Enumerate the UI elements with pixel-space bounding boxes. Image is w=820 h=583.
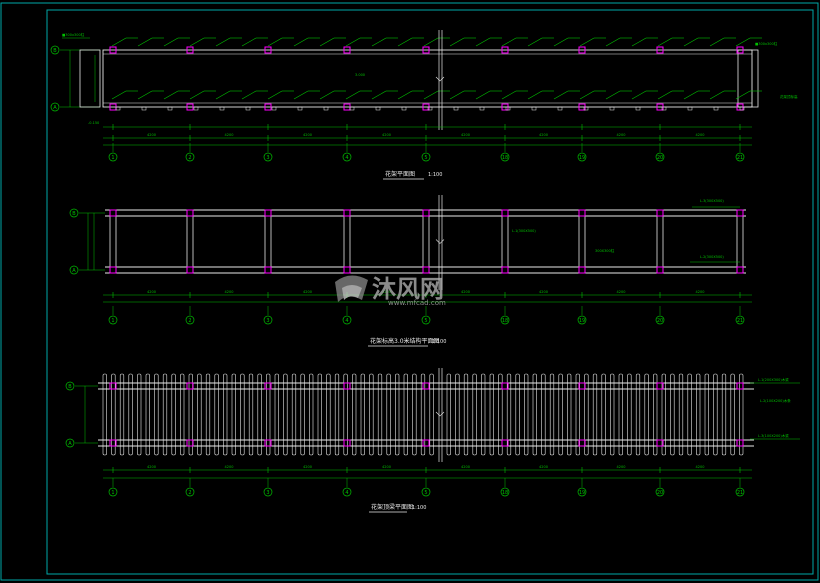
plan2-row-B-label: B bbox=[72, 211, 76, 217]
plan2-scale: 1:100 bbox=[432, 339, 446, 345]
plan1-dimB-dim-text: 4200 bbox=[539, 133, 548, 137]
plan3-note-L3: L.3(100X200)木梁 bbox=[758, 433, 789, 438]
plan3-dimA-dim-text: 4200 bbox=[696, 465, 705, 469]
cad-drawing-canvas: B A ■300x300柱 ■300x300柱花架顶标高 3.000 -0.150 4200… bbox=[0, 0, 820, 583]
plan1-note-right: ■300x300柱 bbox=[755, 41, 778, 46]
plan1-dimB-dim-text: 4200 bbox=[303, 133, 312, 137]
plan3-axis-3-label: 3 bbox=[266, 490, 269, 496]
plan1-axis-1-label: 1 bbox=[111, 155, 114, 161]
plan2-note-col: 300X300柱 bbox=[595, 248, 615, 253]
plan2-axis-1-label: 1 bbox=[111, 318, 114, 324]
plan3-dimA-dim-text: 4200 bbox=[147, 465, 156, 469]
plan3-dimA-dim-text: 4200 bbox=[382, 465, 391, 469]
plan1-axis-3-label: 3 bbox=[266, 155, 269, 161]
plan2-note-L1: L.1(300X500) bbox=[512, 229, 536, 233]
plan1-dimB-dim-text: 4200 bbox=[461, 133, 470, 137]
plan2-axis-2-label: 2 bbox=[188, 318, 191, 324]
plan2-note-L2: L.2(300X500) bbox=[700, 255, 724, 259]
plan2-axis-18-label: 18 bbox=[502, 318, 508, 324]
plan2-dimA-dim-text: 4200 bbox=[617, 290, 626, 294]
plan1-dimB-dim-text: 4200 bbox=[225, 133, 234, 137]
plan3-row-B-label: B bbox=[68, 384, 72, 390]
plan3-axis-2-label: 2 bbox=[188, 490, 191, 496]
plan2-axis-3-label: 3 bbox=[266, 318, 269, 324]
plan3-axis-20-label: 20 bbox=[657, 490, 663, 496]
plan2-note-L3: L.3(300X500) bbox=[700, 199, 724, 203]
plan3-row-A-label: A bbox=[68, 441, 72, 447]
plan1-axis-5-label: 5 bbox=[424, 155, 427, 161]
plan3-dimA-dim-text: 4200 bbox=[303, 465, 312, 469]
plan1-dimB-dim-text: 4200 bbox=[696, 133, 705, 137]
plan1-dimB-dim-text: 4200 bbox=[382, 133, 391, 137]
plan1-axis-19-label: 19 bbox=[579, 155, 585, 161]
plan1-note-right-bot: 花架顶标高 bbox=[780, 94, 798, 99]
plan1-dimB-dim-text: 4200 bbox=[617, 133, 626, 137]
plan1-note-center: 3.000 bbox=[355, 73, 365, 77]
plan2-axis-21-label: 21 bbox=[737, 318, 743, 324]
plan3-axis-19-label: 19 bbox=[579, 490, 585, 496]
plan1-axis-21-label: 21 bbox=[737, 155, 743, 161]
plan2-dimA-dim-text: 4200 bbox=[147, 290, 156, 294]
plan2-row-A-label: A bbox=[72, 268, 76, 274]
plan2-dimA-dim-text: 4200 bbox=[225, 290, 234, 294]
plan3-dimA-dim-text: 4200 bbox=[461, 465, 470, 469]
plan1-axis-2-label: 2 bbox=[188, 155, 191, 161]
plan1-note-elev: -0.150 bbox=[88, 121, 99, 125]
plan1-axis-20-label: 20 bbox=[657, 155, 663, 161]
plan3-dimA-dim-text: 4200 bbox=[539, 465, 548, 469]
plan1-axis-4-label: 4 bbox=[345, 155, 348, 161]
plan2-axis-5-label: 5 bbox=[424, 318, 427, 324]
plan3-scale: 1:100 bbox=[412, 505, 426, 511]
plan3-note-L1: L.1(200X300)木梁 bbox=[758, 377, 789, 382]
plan3-dimA-dim-text: 4200 bbox=[617, 465, 626, 469]
plan2-axis-19-label: 19 bbox=[579, 318, 585, 324]
plan3-axis-1-label: 1 bbox=[111, 490, 114, 496]
plan1-dimB-dim-text: 4200 bbox=[147, 133, 156, 137]
plan3-title: 花架顶梁平面图 bbox=[371, 503, 413, 511]
plan2-dimA-dim-text: 4200 bbox=[696, 290, 705, 294]
plan2-axis-4-label: 4 bbox=[345, 318, 348, 324]
plan3-axis-4-label: 4 bbox=[345, 490, 348, 496]
plan2-dimA-dim-text: 4200 bbox=[461, 290, 470, 294]
plan3-axis-5-label: 5 bbox=[424, 490, 427, 496]
plan2-title: 花架标高3.0米结构平面图 bbox=[370, 337, 440, 345]
plan1-axis-18-label: 18 bbox=[502, 155, 508, 161]
plan2-dimA-dim-text: 4200 bbox=[539, 290, 548, 294]
plan1-row-B-label: B bbox=[53, 48, 57, 54]
plan2-dimA-dim-text: 4200 bbox=[303, 290, 312, 294]
plan1-title: 花架平面图 bbox=[385, 170, 415, 178]
watermark-url: www.mfcad.com bbox=[388, 299, 446, 307]
plan1-scale: 1:100 bbox=[428, 172, 442, 178]
plan1-row-A-label: A bbox=[53, 105, 57, 111]
plan3-axis-18-label: 18 bbox=[502, 490, 508, 496]
plan1-note-left: ■300x300柱 bbox=[62, 32, 85, 37]
plan3-dimA-dim-text: 4200 bbox=[225, 465, 234, 469]
plan3-note-L2: L.2(100X200)木条 bbox=[760, 398, 791, 403]
plan3-axis-21-label: 21 bbox=[737, 490, 743, 496]
plan2-axis-20-label: 20 bbox=[657, 318, 663, 324]
